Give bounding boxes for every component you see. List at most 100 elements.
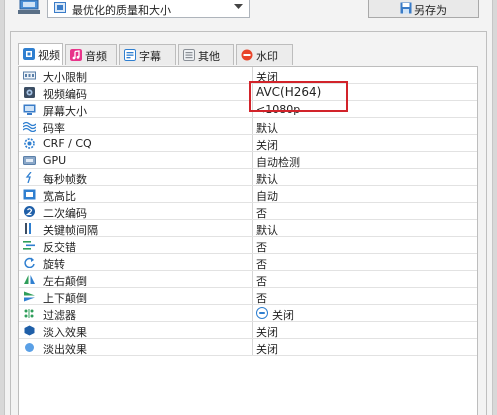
- other-icon: [183, 49, 195, 61]
- property-row-bitrate[interactable]: 码率 默认: [19, 118, 477, 135]
- property-row-two-pass[interactable]: 二次编码 否: [19, 203, 477, 220]
- aspect-ratio-icon: [23, 189, 36, 200]
- screen-size-icon: [23, 104, 36, 115]
- column-divider: [252, 203, 253, 219]
- window-frame-right: [492, 0, 497, 415]
- preset-profile-icon: [18, 0, 40, 14]
- property-name: CRF / CQ: [43, 137, 92, 150]
- tab-label: 字幕: [139, 50, 161, 63]
- property-value[interactable]: 自动: [256, 188, 278, 204]
- property-name: 反交错: [43, 241, 76, 254]
- tab-subtitle[interactable]: 字幕: [119, 44, 176, 65]
- property-value[interactable]: 默认: [256, 171, 278, 187]
- property-row-aspect-ratio[interactable]: 宽高比 自动: [19, 186, 477, 203]
- property-value[interactable]: 默认: [256, 222, 278, 238]
- property-row-gpu[interactable]: GPU 自动检测: [19, 152, 477, 169]
- property-name: 视频编码: [43, 88, 87, 101]
- tab-audio[interactable]: 音频: [65, 44, 117, 65]
- property-value[interactable]: 关闭: [272, 307, 294, 323]
- column-divider: [252, 186, 253, 202]
- save-as-button[interactable]: 另存为: [368, 0, 479, 18]
- property-row-deinterlace[interactable]: 反交错 否: [19, 237, 477, 254]
- property-value[interactable]: 关闭: [256, 341, 278, 357]
- property-name: 左右颠倒: [43, 275, 87, 288]
- flip-vertical-icon: [24, 291, 35, 302]
- column-divider: [252, 339, 253, 355]
- property-name: 过滤器: [43, 309, 76, 322]
- property-name: 每秒帧数: [43, 173, 87, 186]
- column-divider: [252, 118, 253, 134]
- property-row-video-encoder[interactable]: 视频编码 AVC(H264): [19, 84, 477, 101]
- tab-label: 水印: [256, 50, 278, 63]
- audio-icon: [70, 49, 82, 61]
- subtitle-icon: [124, 49, 136, 61]
- filter-off-icon: [256, 307, 268, 319]
- size-limit-icon: [23, 71, 36, 80]
- property-value[interactable]: AVC(H264): [256, 85, 321, 99]
- preset-dropdown[interactable]: 最优化的质量和大小: [47, 0, 250, 18]
- column-divider: [252, 152, 253, 168]
- video-encoder-icon: [24, 87, 35, 98]
- property-name: 屏幕大小: [43, 105, 87, 118]
- property-name: 上下颠倒: [43, 292, 87, 305]
- bitrate-icon: [23, 121, 36, 132]
- tab-watermark[interactable]: 水印: [236, 44, 293, 65]
- column-divider: [252, 322, 253, 338]
- property-row-rotate[interactable]: 旋转 否: [19, 254, 477, 271]
- property-row-screen-size[interactable]: 屏幕大小 <1080p: [19, 101, 477, 118]
- deinterlace-icon: [23, 241, 35, 250]
- window-frame-left: [0, 0, 5, 415]
- tab-label: 其他: [198, 50, 220, 63]
- property-value[interactable]: 关闭: [256, 137, 278, 153]
- column-divider: [252, 101, 253, 117]
- property-name: 旋转: [43, 258, 65, 271]
- property-name: 关键帧间隔: [43, 224, 98, 237]
- column-divider: [252, 169, 253, 185]
- tab-label: 音频: [85, 50, 107, 63]
- property-value[interactable]: 关闭: [256, 69, 278, 85]
- property-value[interactable]: 否: [256, 273, 267, 289]
- property-value[interactable]: <1080p: [256, 103, 300, 116]
- property-row-fps[interactable]: 每秒帧数 默认: [19, 169, 477, 186]
- fade-in-icon: [24, 325, 35, 336]
- property-name: 大小限制: [43, 71, 87, 84]
- rotate-icon: [24, 257, 35, 268]
- property-value[interactable]: 否: [256, 239, 267, 255]
- property-row-keyframe-interval[interactable]: 关键帧间隔 默认: [19, 220, 477, 237]
- property-row-flip-vertical[interactable]: 上下颠倒 否: [19, 288, 477, 305]
- property-grid: 大小限制 关闭 视频编码 AVC(H264) 屏幕大小 <1080p 码率 默认…: [18, 66, 478, 415]
- column-divider: [252, 84, 253, 100]
- tab-label: 视频: [38, 49, 60, 62]
- column-divider: [252, 271, 253, 287]
- property-value[interactable]: 自动检测: [256, 154, 300, 170]
- chevron-down-icon: [234, 4, 243, 9]
- tab-other[interactable]: 其他: [178, 44, 234, 65]
- tab-video[interactable]: 视频: [18, 43, 63, 65]
- flip-horizontal-icon: [24, 275, 35, 284]
- crf-icon: [24, 138, 35, 149]
- property-row-fade-in[interactable]: 淡入效果 关闭: [19, 322, 477, 339]
- column-divider: [252, 220, 253, 236]
- preset-value: 最优化的质量和大小: [72, 4, 171, 17]
- property-row-size-limit[interactable]: 大小限制 关闭: [19, 67, 477, 84]
- property-value[interactable]: 否: [256, 205, 267, 221]
- column-divider: [252, 135, 253, 151]
- property-name: 淡出效果: [43, 343, 87, 356]
- property-row-filter[interactable]: 过滤器 关闭: [19, 305, 477, 322]
- property-value[interactable]: 关闭: [256, 324, 278, 340]
- property-name: 二次编码: [43, 207, 87, 220]
- property-name: GPU: [43, 154, 67, 167]
- column-divider: [252, 254, 253, 270]
- save-as-label: 另存为: [414, 4, 447, 17]
- property-value[interactable]: 否: [256, 290, 267, 306]
- property-value[interactable]: 否: [256, 256, 267, 272]
- property-name: 码率: [43, 122, 65, 135]
- keyframe-icon: [25, 223, 31, 234]
- filter-icon: [24, 309, 34, 318]
- column-divider: [252, 67, 253, 83]
- property-row-fade-out[interactable]: 淡出效果 关闭: [19, 339, 477, 356]
- property-row-crf-cq[interactable]: CRF / CQ 关闭: [19, 135, 477, 152]
- property-value[interactable]: 默认: [256, 120, 278, 136]
- property-row-flip-horizontal[interactable]: 左右颠倒 否: [19, 271, 477, 288]
- save-icon: [400, 2, 412, 14]
